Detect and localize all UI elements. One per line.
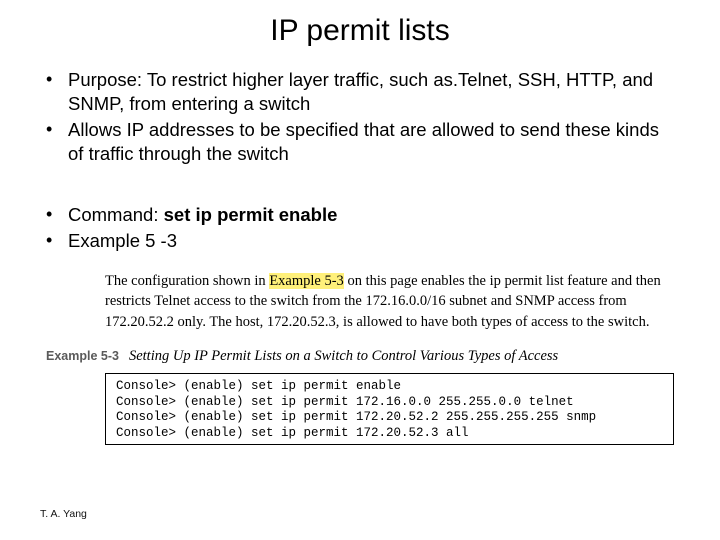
bullet-command-prefix: Command:	[68, 204, 164, 225]
bullet-list-main: Purpose: To restrict higher layer traffi…	[0, 56, 720, 166]
bullet-allows: Allows IP addresses to be specified that…	[46, 118, 674, 165]
excerpt-paragraph: The configuration shown in Example 5-3 o…	[105, 271, 674, 332]
bullet-list-second: Command: set ip permit enable Example 5 …	[0, 191, 720, 253]
code-line-1: Console> (enable) set ip permit enable	[116, 379, 663, 395]
excerpt-highlight: Example 5-3	[269, 273, 344, 289]
code-line-3: Console> (enable) set ip permit 172.20.5…	[116, 410, 663, 426]
example-header: Example 5-3 Setting Up IP Permit Lists o…	[46, 348, 674, 365]
example-label: Example 5-3	[46, 349, 119, 363]
bullet-command: Command: set ip permit enable	[46, 203, 674, 227]
code-line-2: Console> (enable) set ip permit 172.16.0…	[116, 395, 663, 411]
bullet-purpose: Purpose: To restrict higher layer traffi…	[46, 68, 674, 115]
code-box: Console> (enable) set ip permit enable C…	[105, 373, 674, 446]
bullet-command-bold: set ip permit enable	[164, 204, 338, 225]
footer-author: T. A. Yang	[40, 508, 87, 520]
bullet-example: Example 5 -3	[46, 229, 674, 253]
book-excerpt: The configuration shown in Example 5-3 o…	[105, 271, 674, 332]
example-caption: Setting Up IP Permit Lists on a Switch t…	[129, 348, 558, 365]
excerpt-pre: The configuration shown in	[105, 273, 269, 289]
slide-title: IP permit lists	[0, 0, 720, 56]
spacer	[0, 169, 720, 191]
code-line-4: Console> (enable) set ip permit 172.20.5…	[116, 426, 663, 442]
